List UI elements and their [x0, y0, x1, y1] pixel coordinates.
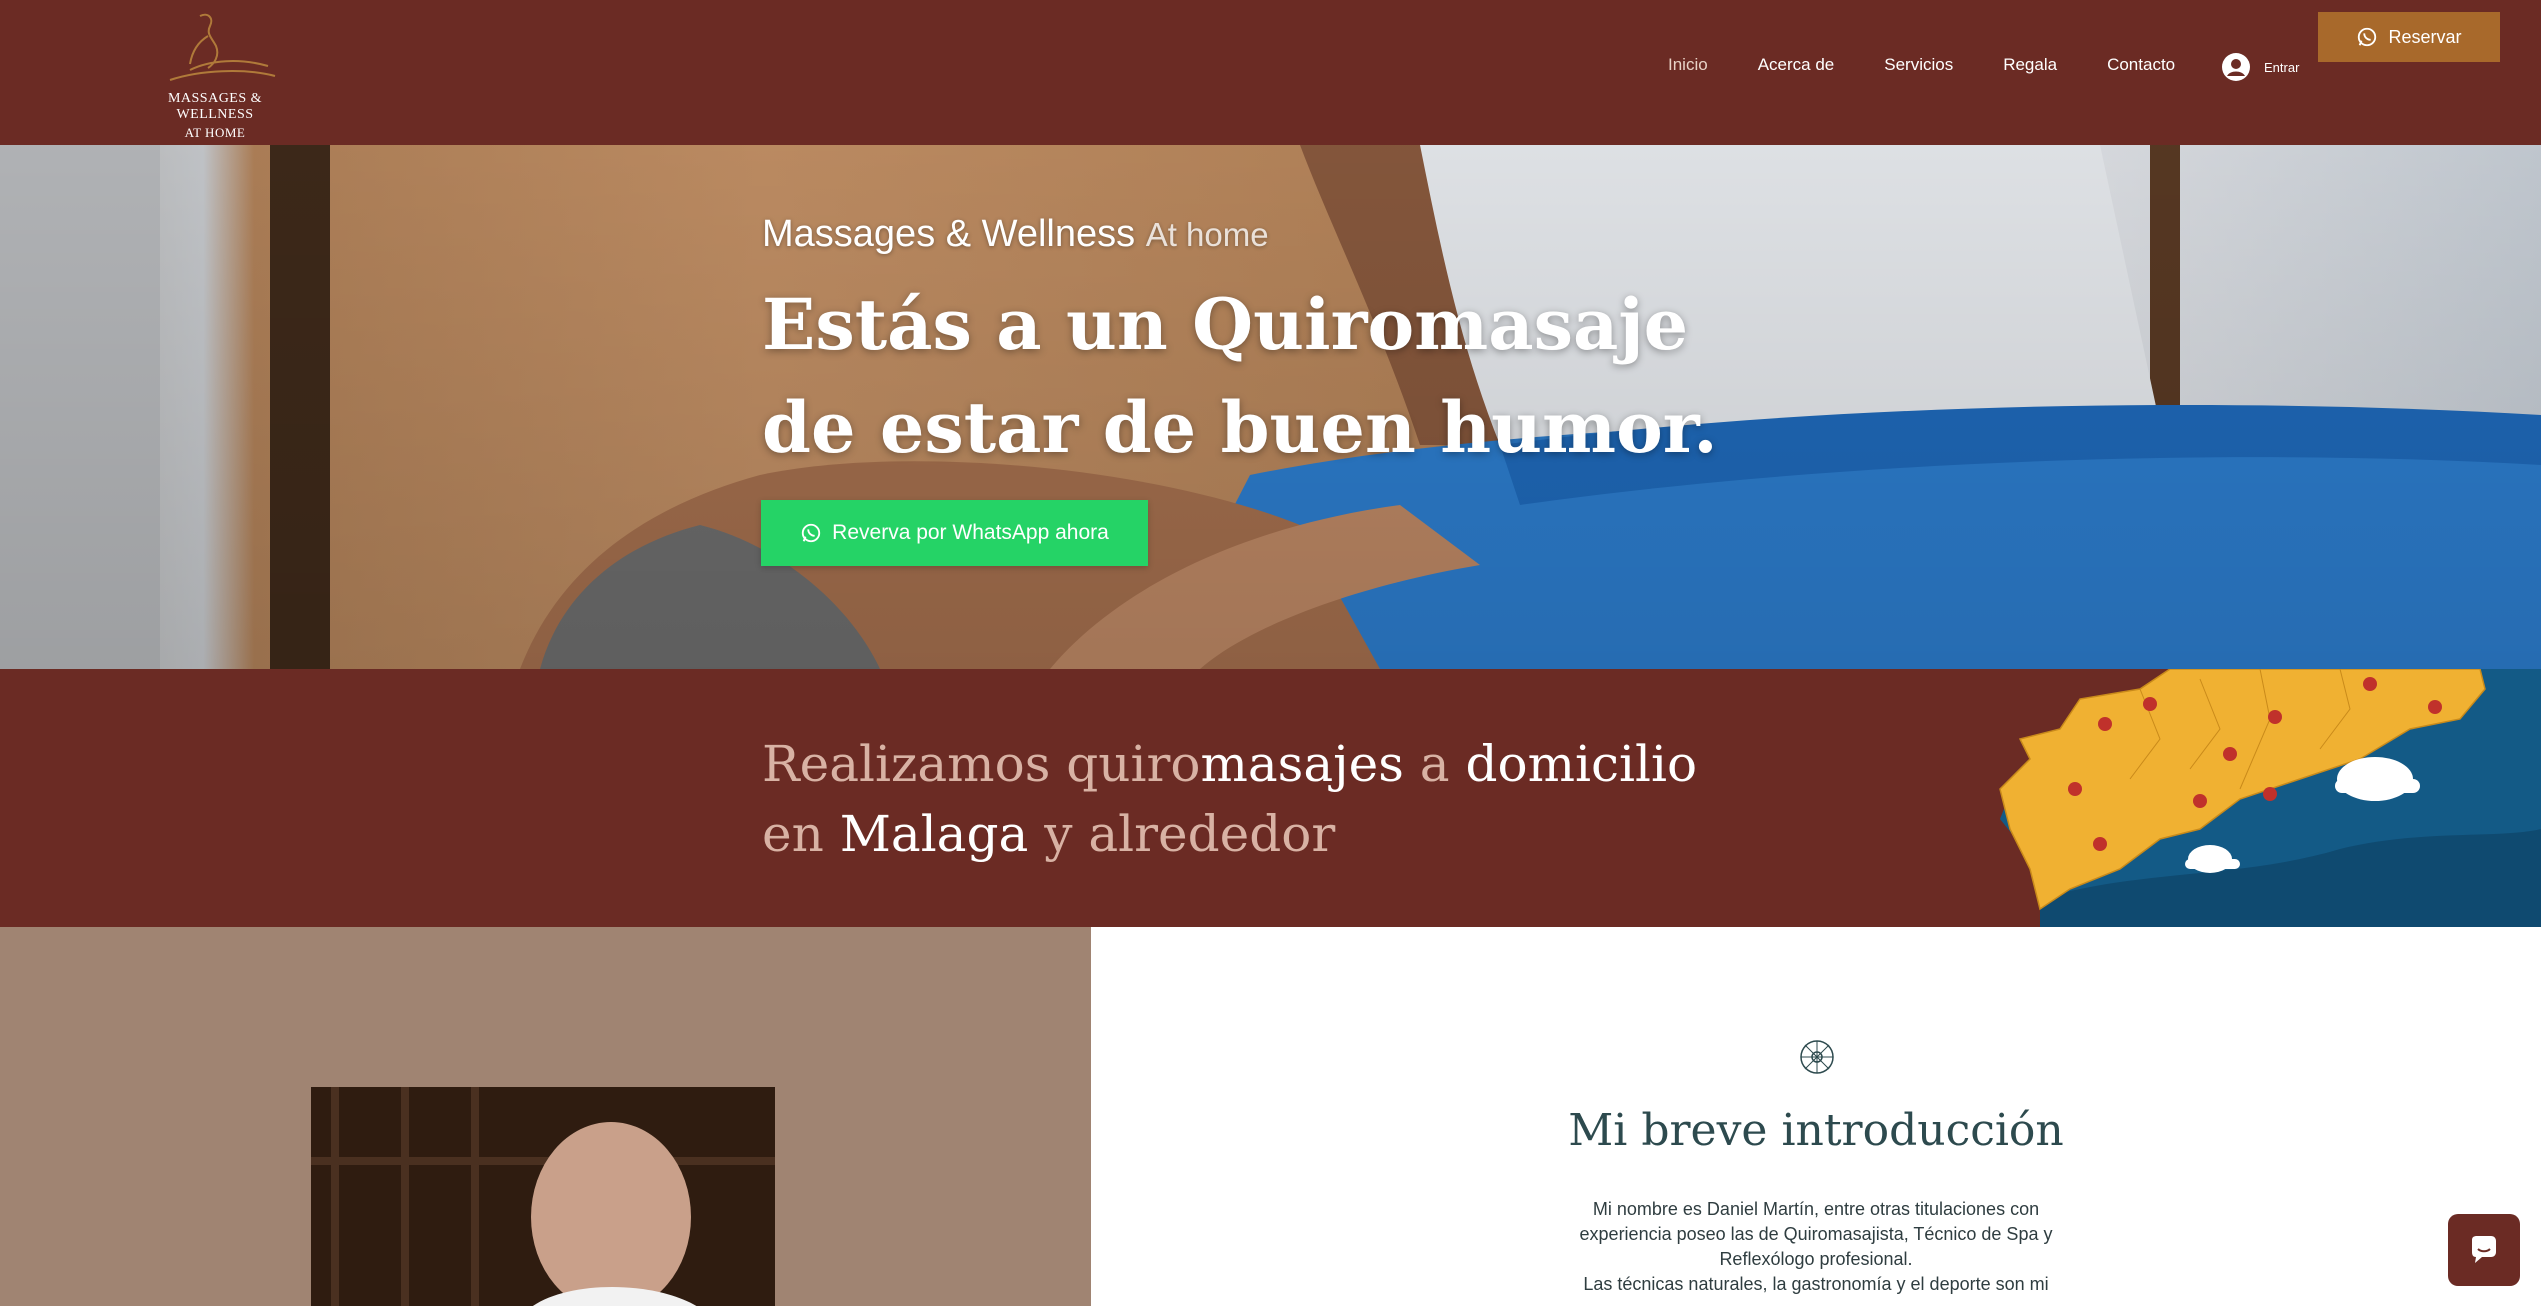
hero-title: Estás a un Quiromasaje de estar de buen …	[762, 273, 1718, 479]
hero-title-line1: Estás a un Quiromasaje	[762, 283, 1689, 366]
intro-line: Las técnicas naturales, la gastronomía y…	[1583, 1274, 2049, 1294]
logo-line2: AT HOME	[184, 125, 246, 140]
banner-word: en	[762, 805, 840, 863]
whatsapp-icon	[2358, 27, 2377, 47]
hero-title-line2: de estar de buen humor.	[762, 386, 1718, 469]
nav-item-contacto[interactable]: Contacto	[2107, 55, 2175, 75]
banner-word: a	[1403, 735, 1466, 793]
banner-word-highlight: masajes	[1200, 735, 1404, 793]
nav-item-regala[interactable]: Regala	[2003, 55, 2057, 75]
whatsapp-booking-button[interactable]: Reverva por WhatsApp ahora	[761, 500, 1148, 566]
intro-line: Reflexólogo profesional.	[1719, 1249, 1913, 1269]
nav-item-servicios[interactable]: Servicios	[1884, 55, 1953, 75]
reserve-button[interactable]: Reservar	[2318, 12, 2500, 62]
nav-item-inicio[interactable]: Inicio	[1668, 55, 1708, 75]
logo[interactable]: MASSAGES & WELLNESS AT HOME	[130, 8, 300, 140]
hero-section: Massages & Wellness At home Estás a un Q…	[0, 145, 2541, 669]
login-label: Entrar	[2264, 59, 2300, 75]
hero-subtitle-small: At home	[1145, 216, 1269, 253]
banner-line2: en Malaga y alrededor	[762, 799, 1697, 869]
hero-subtitle: Massages & Wellness At home	[762, 213, 1269, 256]
user-avatar-icon	[2222, 53, 2250, 81]
malaga-map-illustration	[1940, 669, 2541, 927]
intro-section: Mi breve introducción Mi nombre es Danie…	[1091, 927, 2541, 1306]
about-image-panel	[0, 927, 1091, 1306]
site-header: MASSAGES & WELLNESS AT HOME Inicio Acerc…	[0, 0, 2541, 145]
mandala-icon	[1800, 1040, 1834, 1074]
logo-figure-icon	[169, 13, 276, 81]
logo-line1: MASSAGES & WELLNESS	[167, 91, 263, 122]
therapist-photo	[311, 1087, 775, 1306]
chat-button[interactable]	[2448, 1214, 2520, 1286]
intro-paragraph: Mi nombre es Daniel Martín, entre otras …	[1541, 1197, 2091, 1297]
chat-bubble-icon	[2472, 1236, 2496, 1263]
banner-word: Realizamos quiro	[762, 735, 1201, 793]
location-banner: Realizamos quiromasajes a domicilio en M…	[0, 669, 2541, 927]
intro-line: experiencia poseo las de Quiromasajista,…	[1579, 1224, 2053, 1244]
intro-line: Mi nombre es Daniel Martín, entre otras …	[1592, 1199, 2040, 1219]
login-button[interactable]: Entrar	[2222, 53, 2299, 81]
banner-word-highlight: Malaga	[839, 805, 1029, 863]
main-nav: Inicio Acerca de Servicios Regala Contac…	[1668, 55, 2225, 75]
banner-line1: Realizamos quiromasajes a domicilio	[762, 729, 1697, 799]
nav-item-acerca-de[interactable]: Acerca de	[1758, 55, 1835, 75]
whatsapp-icon	[802, 523, 821, 543]
intro-title: Mi breve introducción	[1568, 1105, 2064, 1156]
banner-heading: Realizamos quiromasajes a domicilio en M…	[762, 729, 1697, 869]
hero-subtitle-main: Massages & Wellness	[762, 213, 1136, 255]
banner-word-highlight: domicilio	[1465, 735, 1698, 793]
reserve-label: Reservar	[2388, 26, 2462, 47]
banner-word: y alrededor	[1028, 805, 1336, 863]
therapist-portrait	[311, 1087, 775, 1306]
whatsapp-button-label: Reverva por WhatsApp ahora	[832, 521, 1109, 544]
